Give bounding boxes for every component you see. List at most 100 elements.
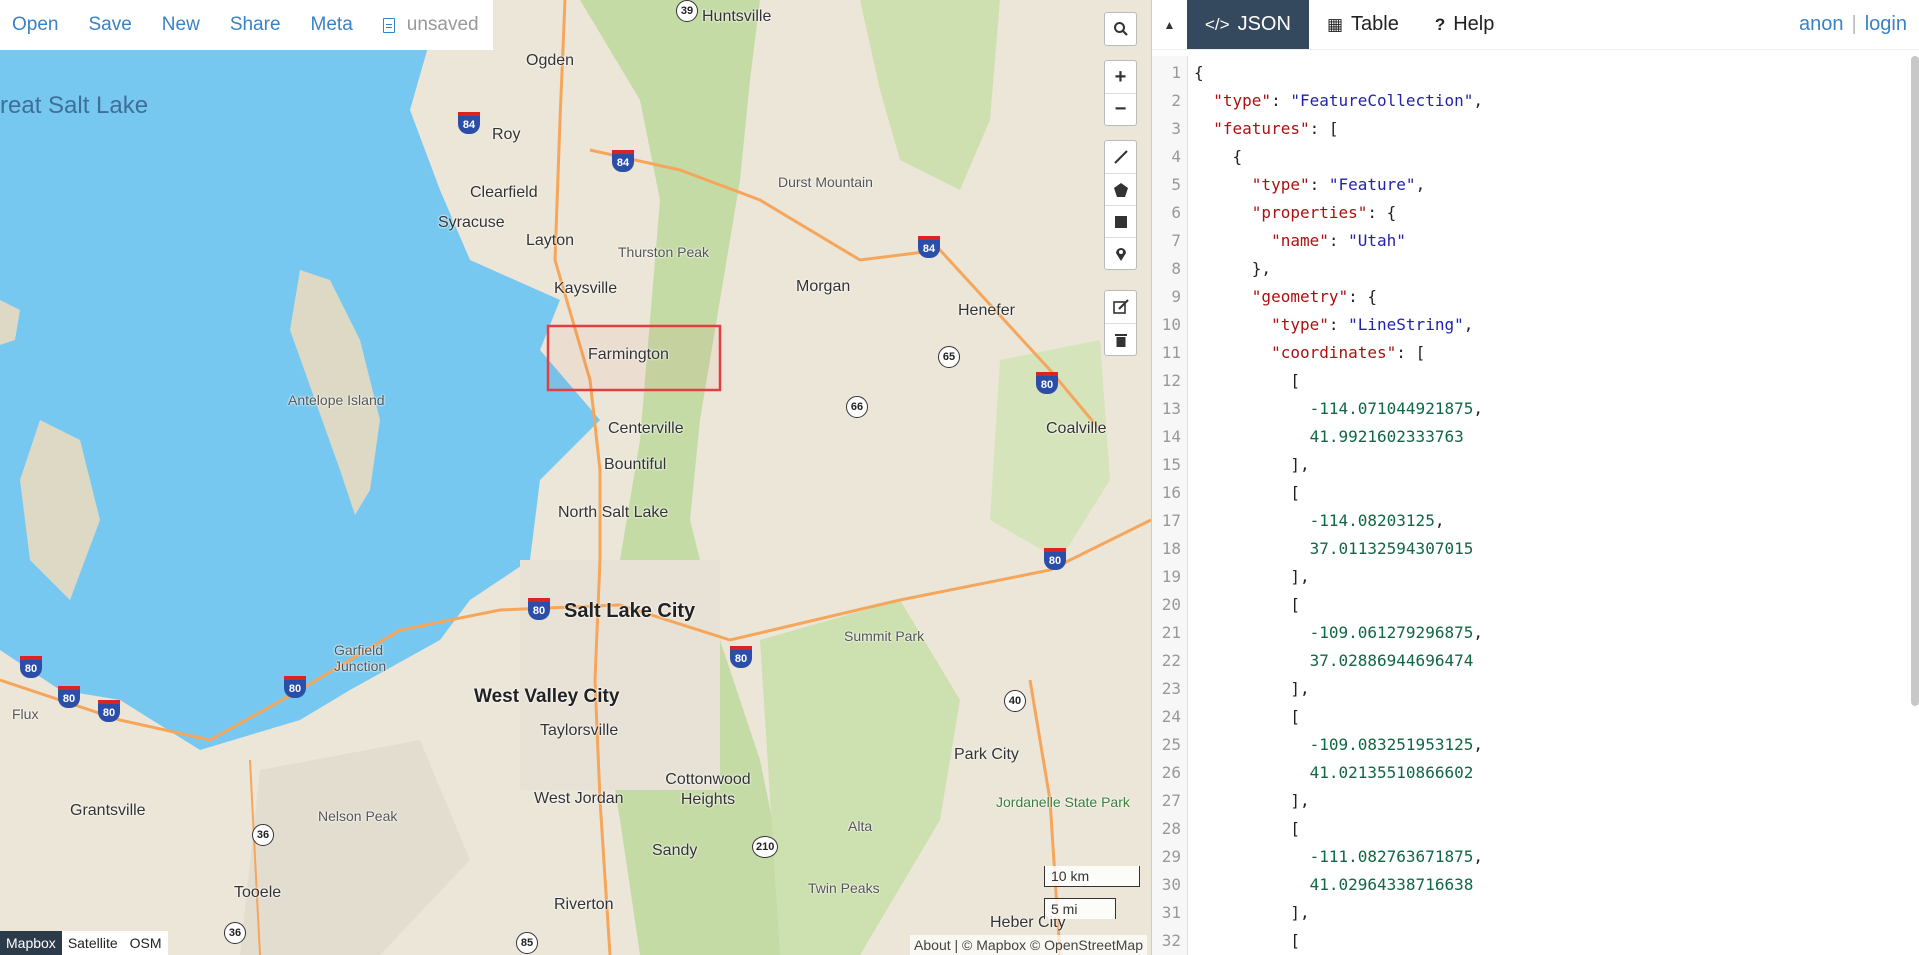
code-line[interactable]: 41.02964338716638 [1194,871,1919,899]
code-line[interactable]: "type": "Feature", [1194,171,1919,199]
code-line[interactable]: [ [1194,815,1919,843]
place-label: Roy [492,126,521,143]
json-punct [1194,399,1310,418]
code-line[interactable]: "features": [ [1194,115,1919,143]
draw-rectangle-button[interactable] [1105,205,1136,237]
collapse-pane-button[interactable]: ▲ [1152,0,1187,49]
trash-icon [1114,333,1127,347]
code-line[interactable]: [ [1194,479,1919,507]
json-number: -111.082763671875 [1309,847,1474,866]
layer-osm[interactable]: OSM [124,931,168,955]
place-label: Tooele [234,884,282,901]
login-link[interactable]: login [1865,13,1907,36]
new-button[interactable]: New [162,14,200,36]
code-line[interactable]: 41.02135510866602 [1194,759,1919,787]
code-line[interactable]: [ [1194,703,1919,731]
json-punct: : [1309,175,1329,194]
anon-link[interactable]: anon [1799,13,1844,36]
code-line[interactable]: -114.08203125, [1194,507,1919,535]
code-line[interactable]: "name": "Utah" [1194,227,1919,255]
layer-satellite[interactable]: Satellite [62,931,124,955]
tab-help[interactable]: ? Help [1417,0,1513,49]
code-line[interactable]: [ [1194,591,1919,619]
code-line[interactable]: "coordinates": [ [1194,339,1919,367]
place-label: Coalville [1046,420,1107,437]
search-icon [1113,22,1128,36]
line-number: 15 [1161,455,1181,474]
line-number: 9 [1171,287,1181,306]
draw-polygon-button[interactable] [1105,173,1136,205]
map-attribution[interactable]: About | © Mapbox © OpenStreetMap [910,935,1147,955]
json-punct: : [1328,231,1349,250]
json-punct: : { [1367,203,1397,222]
code-line[interactable]: "type": "LineString", [1194,311,1919,339]
code-line[interactable]: }, [1194,255,1919,283]
layer-mapbox[interactable]: Mapbox [0,931,62,955]
tab-table[interactable]: ▦ Table [1309,0,1417,49]
code-line[interactable]: [ [1194,367,1919,395]
code-line[interactable]: ], [1194,787,1919,815]
json-key: "coordinates" [1271,343,1397,362]
json-punct: , [1473,847,1483,866]
highway-shield: 84 [612,150,634,172]
search-button[interactable] [1105,13,1136,45]
zoom-in-button[interactable]: + [1105,61,1136,93]
code-area[interactable]: { "type": "FeatureCollection", "features… [1188,56,1919,955]
draw-line-button[interactable] [1105,141,1136,173]
code-line[interactable]: 41.9921602333763 [1194,423,1919,451]
place-label: Layton [526,232,575,249]
question-icon: ? [1434,14,1446,34]
draw-control [1104,140,1137,270]
layer-switcher: Mapbox Satellite OSM [0,931,168,955]
line-number: 28 [1161,819,1181,838]
json-punct [1194,735,1310,754]
delete-layers-button[interactable] [1105,323,1136,355]
json-punct: ], [1194,455,1310,474]
json-punct [1194,119,1213,138]
code-line[interactable]: ], [1194,899,1919,927]
code-line[interactable]: -111.082763671875, [1194,843,1919,871]
tab-json[interactable]: </> JSON [1187,0,1309,49]
json-key: "type" [1251,175,1310,194]
open-button[interactable]: Open [12,14,58,36]
highway-shield: 80 [528,598,550,620]
share-button[interactable]: Share [230,14,281,36]
json-punct: }, [1194,259,1272,278]
code-line[interactable]: ], [1194,451,1919,479]
code-line[interactable]: 37.01132594307015 [1194,535,1919,563]
code-line[interactable]: "properties": { [1194,199,1919,227]
json-punct [1194,763,1310,782]
code-line[interactable]: { [1194,59,1919,87]
draw-marker-button[interactable] [1105,237,1136,269]
line-number: 11 [1161,343,1181,362]
map-toolbar: Open Save New Share Meta unsaved [0,0,493,50]
edit-layers-button[interactable] [1105,291,1136,323]
highway-shield: 80 [730,646,752,668]
place-label: Twin Peaks [808,880,880,896]
code-line[interactable]: [ [1194,927,1919,955]
code-line[interactable]: ], [1194,563,1919,591]
code-line[interactable]: "type": "FeatureCollection", [1194,87,1919,115]
save-status-label: unsaved [406,14,479,35]
code-line[interactable]: { [1194,143,1919,171]
zoom-out-button[interactable]: − [1105,93,1136,125]
editor-scrollbar[interactable] [1911,56,1919,706]
save-button[interactable]: Save [88,14,131,36]
map-canvas[interactable]: Huntsville Ogden reat Salt Lake Roy Durs… [0,0,1151,955]
scale-mi: 5 mi [1044,898,1116,919]
code-line[interactable]: 37.02886944696474 [1194,647,1919,675]
code-line[interactable]: -109.061279296875, [1194,619,1919,647]
code-line[interactable]: ], [1194,675,1919,703]
json-editor[interactable]: 1 2 3 4 5 6 7 8 9 10 11 12 13 14 15 16 17 18 19 20 21 22 23 24 2… [1152,56,1919,955]
code-line[interactable]: -109.083251953125, [1194,731,1919,759]
place-label: Bountiful [604,456,667,473]
json-punct [1194,343,1271,362]
code-line[interactable]: -114.071044921875, [1194,395,1919,423]
line-number: 6 [1171,203,1181,222]
highway-shield: 40 [1004,690,1026,712]
place-label: Kaysville [554,280,618,297]
save-status: unsaved [382,14,479,36]
code-line[interactable]: "geometry": { [1194,283,1919,311]
meta-button[interactable]: Meta [311,14,353,36]
place-label: Farmington [588,346,669,363]
